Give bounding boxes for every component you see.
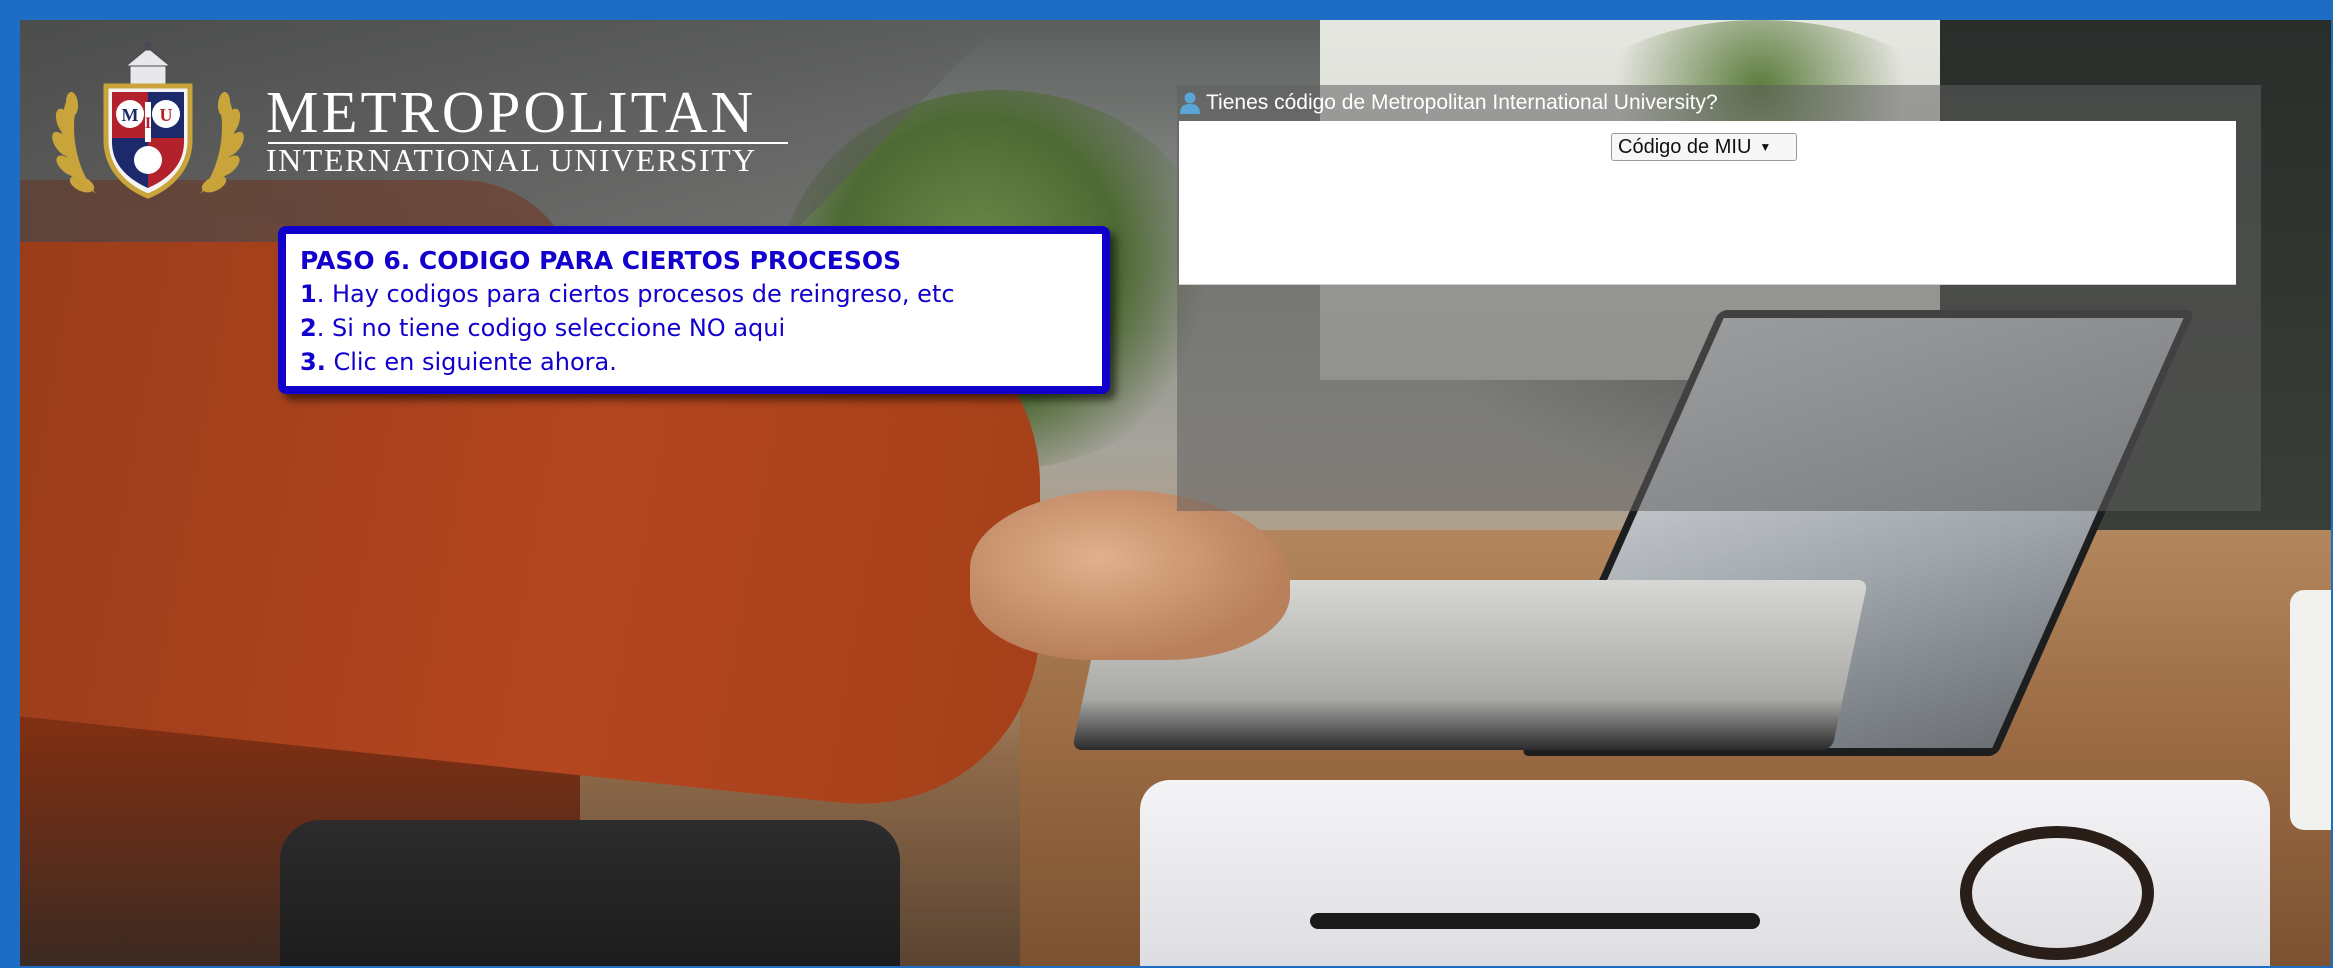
instruction-callout: PASO 6. CODIGO PARA CIERTOS PROCESOS 1. … — [278, 226, 1110, 394]
brand-subtitle: INTERNATIONAL UNIVERSITY — [266, 142, 757, 178]
step-number: 1 — [300, 280, 317, 308]
step-number: 2 — [300, 314, 317, 342]
miu-code-select[interactable]: Código de MIU ▼ — [1611, 133, 1797, 161]
instruction-step-3: 3. Clic en siguiente ahora. — [300, 345, 1088, 379]
brand-title: METROPOLITAN — [266, 79, 757, 145]
user-icon — [1180, 92, 1200, 114]
background-glasses — [1960, 826, 2154, 960]
instruction-step-1: 1. Hay codigos para ciertos procesos de … — [300, 277, 1088, 311]
instruction-title: PASO 6. CODIGO PARA CIERTOS PROCESOS — [300, 246, 902, 275]
chevron-down-icon: ▼ — [1759, 140, 1772, 154]
form-question-label: Tienes código de Metropolitan Internatio… — [1206, 91, 1718, 114]
step-text: Clic en siguiente ahora. — [325, 348, 617, 376]
step-text: . Si no tiene codigo seleccione NO aqui — [316, 314, 786, 342]
form-question: Tienes código de Metropolitan Internatio… — [1180, 88, 1718, 118]
instruction-step-2: 2. Si no tiene codigo seleccione NO aqui — [300, 311, 1088, 345]
crest-letter-i: I — [145, 115, 151, 132]
step-number: 3. — [300, 348, 326, 376]
university-crest-logo: M I U — [52, 42, 244, 199]
step-text: . Hay codigos para ciertos procesos de r… — [316, 280, 955, 308]
background-person-legs — [280, 820, 900, 966]
crest-letter-u: U — [160, 105, 173, 125]
background-hand — [970, 490, 1290, 660]
miu-code-select-value: Código de MIU — [1618, 135, 1752, 158]
background-pen — [1310, 913, 1760, 929]
background-mug — [2290, 590, 2331, 830]
crest-letter-m: M — [122, 105, 139, 125]
